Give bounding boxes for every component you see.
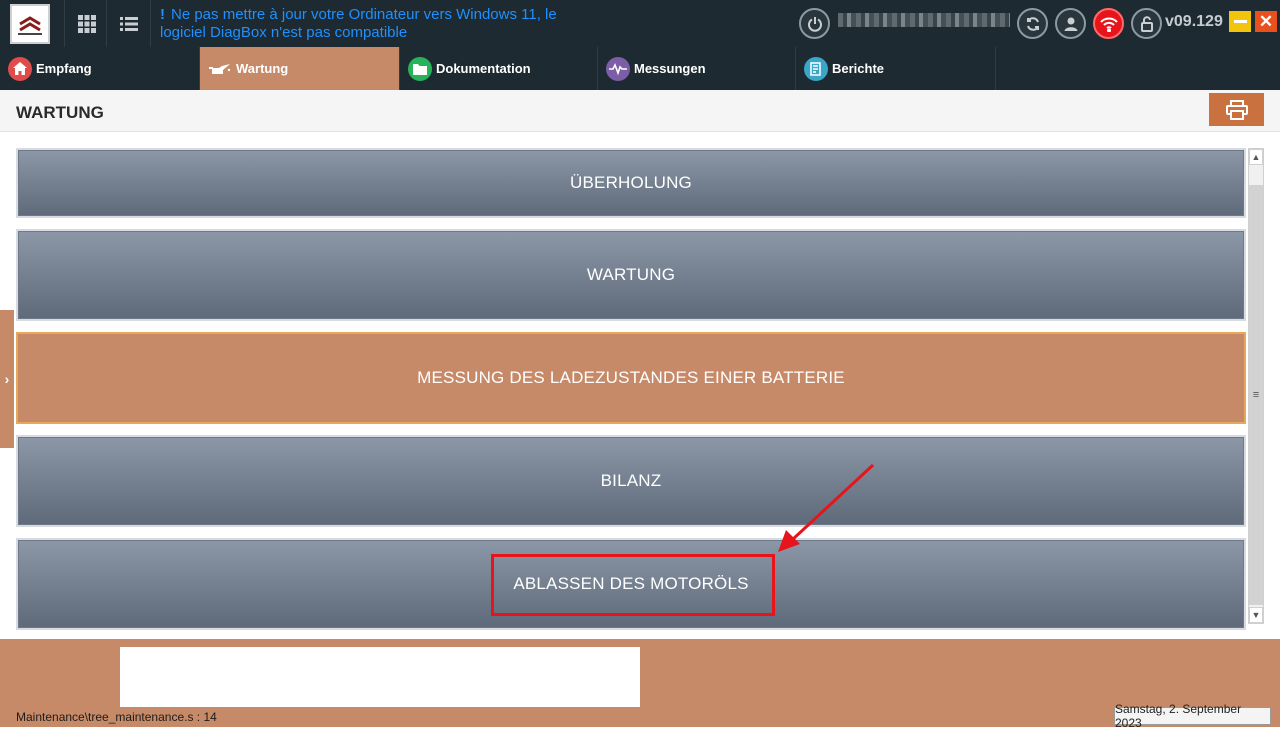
- page-title: WARTUNG: [16, 103, 104, 122]
- tab-messungen[interactable]: Messungen: [598, 47, 796, 90]
- printer-icon: [1225, 99, 1248, 120]
- scroll-down-icon[interactable]: ▼: [1249, 607, 1263, 623]
- divider: [106, 0, 107, 47]
- scroll-up-icon[interactable]: ▲: [1249, 149, 1263, 165]
- top-bar: ! Ne pas mettre à jour votre Ordinateur v…: [0, 0, 1280, 47]
- vertical-scrollbar[interactable]: ▲ ≡ ▼: [1248, 148, 1264, 624]
- current-date: Samstag, 2. September 2023: [1114, 702, 1271, 730]
- menu-item-bilanz[interactable]: BILANZ: [16, 435, 1246, 527]
- notice-line-2: logiciel DiagBox n'est pas compatible: [160, 24, 408, 41]
- close-button[interactable]: ✕: [1255, 11, 1277, 32]
- message-area: [120, 647, 640, 707]
- scroll-thumb[interactable]: ≡: [1249, 185, 1263, 605]
- tab-label: Dokumentation: [436, 61, 531, 76]
- notice-exclamation-icon: !: [160, 6, 165, 23]
- annotation-highlight-box: [491, 554, 775, 616]
- wifi-connection-icon[interactable]: [1093, 8, 1124, 39]
- minimize-button[interactable]: [1229, 11, 1251, 32]
- tab-empfang[interactable]: Empfang: [0, 47, 200, 90]
- main-tabs: Empfang Wartung Dokumentation Messungen …: [0, 47, 1280, 90]
- tab-label: Berichte: [832, 61, 885, 76]
- refresh-button[interactable]: [1017, 8, 1048, 39]
- report-icon: [804, 56, 828, 81]
- tab-dokumentation[interactable]: Dokumentation: [400, 47, 598, 90]
- page-header: WARTUNG: [0, 90, 1280, 132]
- tab-label: Messungen: [634, 61, 706, 76]
- app-version: v09.129: [1165, 13, 1223, 30]
- divider: [150, 0, 151, 47]
- home-icon: [8, 56, 32, 81]
- notice-line-1: Ne pas mettre à jour votre Ordinateur ve…: [171, 6, 557, 23]
- folder-icon: [408, 56, 432, 81]
- print-button[interactable]: [1209, 93, 1264, 126]
- compatibility-notice: ! Ne pas mettre à jour votre Ordinateur v…: [160, 6, 780, 42]
- divider: [64, 0, 65, 47]
- user-profile-button[interactable]: [1055, 8, 1086, 39]
- waveform-icon: [606, 56, 630, 81]
- minimize-icon: [1233, 20, 1247, 23]
- oil-can-icon: [208, 57, 232, 81]
- annotation-arrow-icon: [778, 463, 875, 552]
- grid-view-icon[interactable]: [72, 9, 102, 39]
- power-button[interactable]: [799, 8, 830, 39]
- citroen-logo: [10, 4, 50, 44]
- menu-item-ueberholung[interactable]: ÜBERHOLUNG: [16, 148, 1246, 218]
- tab-wartung[interactable]: Wartung: [200, 47, 400, 90]
- blurred-username: [838, 13, 1010, 27]
- list-view-icon[interactable]: [114, 9, 144, 39]
- expand-side-panel-button[interactable]: ›: [0, 310, 14, 448]
- tab-label: Wartung: [236, 61, 289, 76]
- footer-panel: Maintenance\tree_maintenance.s : 14 Sams…: [0, 639, 1280, 730]
- menu-item-wartung[interactable]: WARTUNG: [16, 229, 1246, 321]
- tab-label: Empfang: [36, 61, 92, 76]
- status-path: Maintenance\tree_maintenance.s : 14: [16, 710, 217, 724]
- menu-item-batterie-ladezustand[interactable]: MESSUNG DES LADEZUSTANDES EINER BATTERIE: [16, 332, 1246, 424]
- tab-berichte[interactable]: Berichte: [796, 47, 996, 90]
- lock-button[interactable]: [1131, 8, 1162, 39]
